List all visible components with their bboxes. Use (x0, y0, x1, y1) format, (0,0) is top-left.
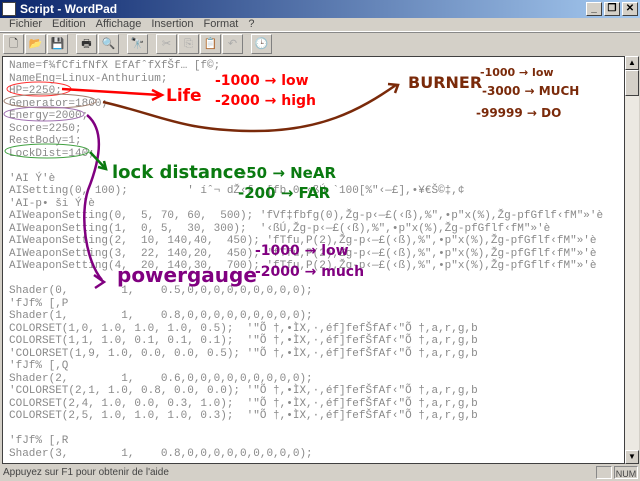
document-line: Score=2250; (9, 122, 82, 135)
document-line: Shader(2, 1, 0.6,0,0,0,0,0,0,0,0,0); (9, 372, 313, 385)
status-panel (596, 466, 612, 479)
document-line: NameEng=Linux-Anthurium; (9, 72, 168, 85)
document-line: 'AI Ý'è (9, 172, 56, 185)
document-line: COLORSET(1,1, 1.0, 0.1, 0.1, 0.1); '"Õ †… (9, 335, 478, 347)
open-button[interactable]: 📂 (25, 33, 46, 54)
document-line: 'COLORSET(1,9, 1.0, 0.0, 0.0, 0.5); '"Õ … (9, 347, 478, 360)
scroll-down-button[interactable]: ▼ (625, 450, 639, 464)
find-icon: 🔭 (130, 37, 145, 50)
document-line: Shader(1, 1, 0.8,0,0,0,0,0,0,0,0,0); (9, 310, 313, 322)
document-line: Shader(0, 1, 0.5,0,0,0,0,0,0,0,0,0); (9, 285, 313, 297)
document-line: LockDist=140; (9, 147, 95, 160)
paste-button[interactable]: 📋 (200, 33, 221, 54)
num-lock-indicator: NUM (614, 466, 638, 479)
copy-button[interactable]: ⎘ (178, 33, 199, 54)
print-button[interactable]: 🖶 (76, 33, 97, 54)
document-line: COLORSET(1,0, 1.0, 1.0, 1.0, 0.5); '"Õ †… (9, 322, 478, 335)
document-line: RestBody=1; (9, 135, 82, 147)
undo-icon: ↶ (227, 37, 238, 50)
document-line: Name=f¾fCfifNfX EfAfˆfXfŠf… [f©; (9, 60, 221, 72)
restore-button[interactable]: ❐ (604, 2, 620, 16)
document-line: Shader(3, 1, 0.8,0,0,0,0,0,0,0,0,0); (9, 447, 313, 460)
status-bar: Appuyez sur F1 pour obtenir de l'aide NU… (0, 466, 640, 480)
menu-2[interactable]: Affichage (91, 18, 147, 31)
document-line: HP=2250; (9, 85, 62, 97)
menu-0[interactable]: Fichier (4, 18, 47, 31)
scroll-up-button[interactable]: ▲ (625, 56, 639, 70)
open-icon: 📂 (28, 37, 43, 50)
toolbar: 🗋 📂 💾 🖶 🔍 🔭 ✂ ⎘ 📋 ↶ 🕒 (0, 32, 640, 54)
copy-icon: ⎘ (184, 37, 193, 50)
document-line: AIWeaponSetting(1, 0, 5, 30, 300); '‹ßÚ,… (9, 222, 551, 235)
print-preview-button[interactable]: 🔍 (98, 33, 119, 54)
window-title: Script - WordPad (20, 2, 118, 16)
new-icon: 🗋 (9, 37, 18, 50)
date-time-button[interactable]: 🕒 (251, 33, 272, 54)
print-icon: 🖶 (81, 37, 92, 50)
menu-bar: Fichier Edition Affichage Insertion Format? (0, 18, 640, 32)
cut-icon: ✂ (161, 37, 172, 50)
document-line: 'COLORSET(2,1, 1.0, 0.8, 0.0, 0.0); '"Õ … (9, 385, 478, 397)
document-line: 'AI-p• ši Ý'è (9, 197, 95, 210)
document-line: 'fJf% [,P (9, 297, 69, 310)
title-bar: Script - WordPad _ ❐ ✕ (0, 0, 640, 18)
document-text[interactable]: Name=f¾fCfifNfX EfAfˆfXfŠf… [f©; NameEng=… (9, 60, 603, 460)
document-line: COLORSET(2,4, 1.0, 0.0, 0.3, 1.0); '"Õ †… (9, 397, 478, 410)
vertical-scrollbar[interactable]: ▲ ▼ (625, 56, 639, 464)
date-time-icon: 🕒 (254, 37, 269, 50)
cut-button[interactable]: ✂ (156, 33, 177, 54)
save-button[interactable]: 💾 (47, 33, 68, 54)
document-line: AIWeaponSetting(2, 10, 140,40, 450); 'fT… (9, 235, 597, 247)
document-line: AIWeaponSetting(0, 5, 70, 60, 500); 'fVf… (9, 210, 604, 222)
undo-button[interactable]: ↶ (222, 33, 243, 54)
scroll-thumb[interactable] (625, 70, 639, 96)
document-line: Generator=1800; (9, 97, 109, 110)
document-line: Energy=2000; (9, 110, 89, 122)
document-line: AIWeaponSetting(4, 20, 140,30, 700); 'fT… (9, 260, 597, 272)
document-line: AIWeaponSetting(3, 22, 140,20, 450); 'fT… (9, 247, 597, 260)
menu-1[interactable]: Edition (47, 18, 91, 31)
menu-4[interactable]: Format (199, 18, 244, 31)
new-button[interactable]: 🗋 (3, 33, 24, 54)
minimize-button[interactable]: _ (586, 2, 602, 16)
save-icon: 💾 (50, 37, 65, 50)
document-line: 'fJf% [,Q (9, 360, 69, 372)
menu-3[interactable]: Insertion (146, 18, 198, 31)
document-line: AISetting(0, 100); ' íˆ¬ dŽ‹f, [fb 0 ‹ßÚ… (9, 185, 465, 197)
wordpad-icon (2, 2, 16, 16)
find-button[interactable]: 🔭 (127, 33, 148, 54)
document-editor[interactable]: Name=f¾fCfifNfX EfAfˆfXfŠf… [f©; NameEng=… (2, 56, 625, 464)
document-line: COLORSET(2,5, 1.0, 1.0, 1.0, 0.3); '"Õ †… (9, 410, 478, 422)
close-button[interactable]: ✕ (622, 2, 638, 16)
status-help-text: Appuyez sur F1 pour obtenir de l'aide (3, 467, 169, 478)
menu-5[interactable]: ? (243, 18, 259, 31)
paste-icon: 📋 (203, 37, 218, 50)
document-line: 'fJf% [,R (9, 435, 69, 447)
print-preview-icon: 🔍 (101, 37, 116, 50)
